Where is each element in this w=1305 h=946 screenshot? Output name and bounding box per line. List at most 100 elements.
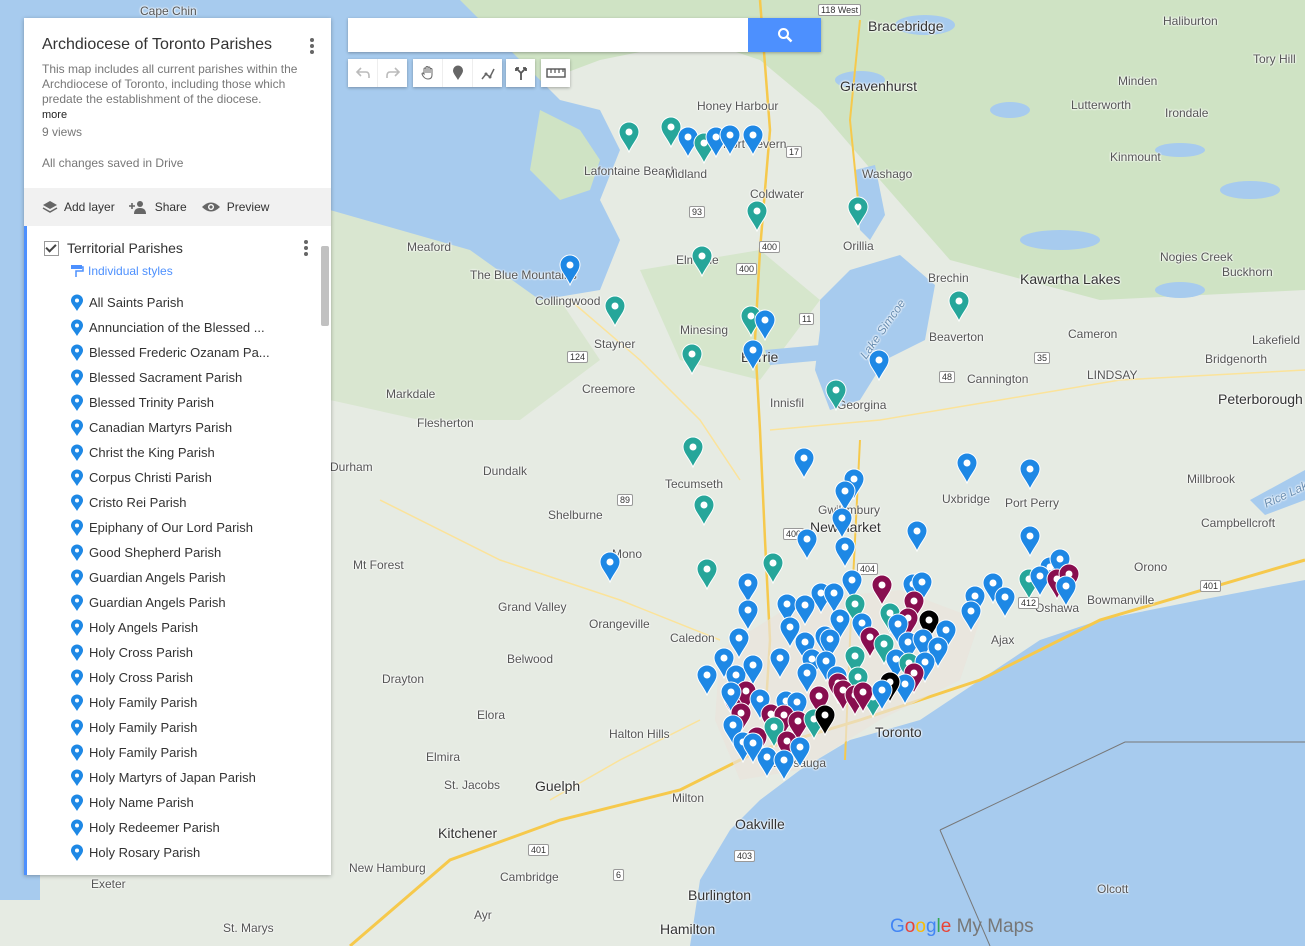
panel-header: Archdiocese of Toronto Parishes This map… <box>24 18 331 188</box>
parish-marker[interactable] <box>1019 525 1041 557</box>
parish-marker[interactable] <box>868 349 890 381</box>
parish-marker[interactable] <box>769 647 791 679</box>
add-marker-tool[interactable] <box>443 59 473 87</box>
parish-marker[interactable] <box>559 254 581 286</box>
parish-marker[interactable] <box>994 586 1016 618</box>
parish-marker[interactable] <box>682 436 704 468</box>
parish-list-item[interactable]: Epiphany of Our Lord Parish <box>27 515 331 540</box>
parish-marker[interactable] <box>956 452 978 484</box>
parish-list-item[interactable]: Blessed Sacrament Parish <box>27 365 331 390</box>
search-button[interactable] <box>748 18 821 52</box>
parish-list-item[interactable]: Holy Redeemer Parish <box>27 815 331 840</box>
parish-marker[interactable] <box>814 704 836 736</box>
parish-list-item[interactable]: Blessed Trinity Parish <box>27 390 331 415</box>
parish-marker[interactable] <box>960 600 982 632</box>
parish-marker[interactable] <box>696 558 718 590</box>
preview-button[interactable]: Preview <box>201 200 269 214</box>
parish-list-item[interactable]: Holy Name Parish <box>27 790 331 815</box>
route-shield: 403 <box>734 850 756 862</box>
parish-name: Guardian Angels Parish <box>89 595 226 610</box>
parish-marker[interactable] <box>693 494 715 526</box>
marker-icon <box>71 819 83 836</box>
parish-marker[interactable] <box>719 124 741 156</box>
parish-list-item[interactable]: Holy Martyrs of Japan Parish <box>27 765 331 790</box>
marker-icon <box>71 544 83 561</box>
add-directions-tool[interactable] <box>506 59 535 87</box>
undo-redo-group <box>348 59 407 87</box>
parish-marker[interactable] <box>793 447 815 479</box>
share-button[interactable]: Share <box>128 200 187 214</box>
parish-name: Holy Cross Parish <box>89 670 194 685</box>
parish-marker[interactable] <box>834 536 856 568</box>
parish-list-item[interactable]: Holy Angels Parish <box>27 615 331 640</box>
parish-list-item[interactable]: Annunciation of the Blessed ... <box>27 315 331 340</box>
map-description[interactable]: This map includes all current parishes w… <box>42 62 312 107</box>
parish-marker[interactable] <box>599 551 621 583</box>
parish-list-item[interactable]: Corpus Christi Parish <box>27 465 331 490</box>
route-shield: 6 <box>613 869 625 881</box>
parish-list-item[interactable]: All Saints Parish <box>27 290 331 315</box>
parish-list-item[interactable]: Guardian Angels Parish <box>27 565 331 590</box>
parish-list-item[interactable]: Holy Family Parish <box>27 690 331 715</box>
layer-visibility-checkbox[interactable] <box>44 240 59 256</box>
individual-styles-link[interactable]: Individual styles <box>70 264 173 278</box>
parish-marker[interactable] <box>906 520 928 552</box>
search-input[interactable] <box>348 18 748 52</box>
undo-button[interactable] <box>348 59 378 87</box>
map-options-menu[interactable] <box>303 36 321 56</box>
panel-scrollbar[interactable] <box>321 246 329 326</box>
marker-icon <box>71 294 83 311</box>
parish-marker[interactable] <box>691 245 713 277</box>
select-hand-tool[interactable] <box>413 59 443 87</box>
parish-list-item[interactable]: Holy Rosary Parish <box>27 840 331 865</box>
layer-title[interactable]: Territorial Parishes <box>67 240 183 256</box>
route-shield: 48 <box>939 371 956 383</box>
parish-list-item[interactable]: Canadian Martyrs Parish <box>27 415 331 440</box>
parish-marker[interactable] <box>696 664 718 696</box>
parish-marker[interactable] <box>754 309 776 341</box>
parish-marker[interactable] <box>825 379 847 411</box>
parish-marker[interactable] <box>742 732 764 764</box>
draw-line-tool[interactable] <box>473 59 502 87</box>
parish-marker[interactable] <box>773 749 795 781</box>
marker-icon <box>71 594 83 611</box>
parish-marker[interactable] <box>681 343 703 375</box>
parish-name: Holy Rosary Parish <box>89 845 201 860</box>
parish-marker[interactable] <box>742 124 764 156</box>
map-title[interactable]: Archdiocese of Toronto Parishes <box>42 36 313 54</box>
parish-marker[interactable] <box>1055 575 1077 607</box>
parish-marker[interactable] <box>948 290 970 322</box>
parish-list-item[interactable]: Holy Cross Parish <box>27 640 331 665</box>
parish-list-item[interactable]: Good Shepherd Parish <box>27 540 331 565</box>
parish-list-item[interactable]: Christ the King Parish <box>27 440 331 465</box>
parish-marker[interactable] <box>604 295 626 327</box>
parish-marker[interactable] <box>847 196 869 228</box>
layer-options-menu[interactable] <box>297 238 315 258</box>
measure-tool[interactable] <box>541 59 570 87</box>
parish-marker[interactable] <box>871 679 893 711</box>
parish-marker[interactable] <box>1019 458 1041 490</box>
draw-line-icon <box>480 68 495 80</box>
parish-marker[interactable] <box>746 200 768 232</box>
parish-name: Annunciation of the Blessed ... <box>89 320 265 335</box>
parish-list-item[interactable]: Holy Family Parish <box>27 740 331 765</box>
marker-icon <box>71 344 83 361</box>
add-layer-button[interactable]: Add layer <box>42 200 115 214</box>
parish-marker[interactable] <box>762 552 784 584</box>
parish-name: Christ the King Parish <box>89 445 215 460</box>
parish-name: Holy Family Parish <box>89 720 198 735</box>
route-shield: 401 <box>1200 580 1222 592</box>
map-legend-panel: Archdiocese of Toronto Parishes This map… <box>24 18 331 875</box>
parish-name: Blessed Sacrament Parish <box>89 370 243 385</box>
parish-marker[interactable] <box>742 339 764 371</box>
parish-marker[interactable] <box>831 507 853 539</box>
parish-list-item[interactable]: Cristo Rei Parish <box>27 490 331 515</box>
redo-button[interactable] <box>378 59 407 87</box>
parish-list-item[interactable]: Holy Cross Parish <box>27 665 331 690</box>
parish-marker[interactable] <box>618 121 640 153</box>
parish-list-item[interactable]: Holy Family Parish <box>27 715 331 740</box>
parish-list-item[interactable]: Guardian Angels Parish <box>27 590 331 615</box>
parish-list-item[interactable]: Blessed Frederic Ozanam Pa... <box>27 340 331 365</box>
parish-marker[interactable] <box>796 528 818 560</box>
more-link[interactable]: more <box>42 109 313 121</box>
